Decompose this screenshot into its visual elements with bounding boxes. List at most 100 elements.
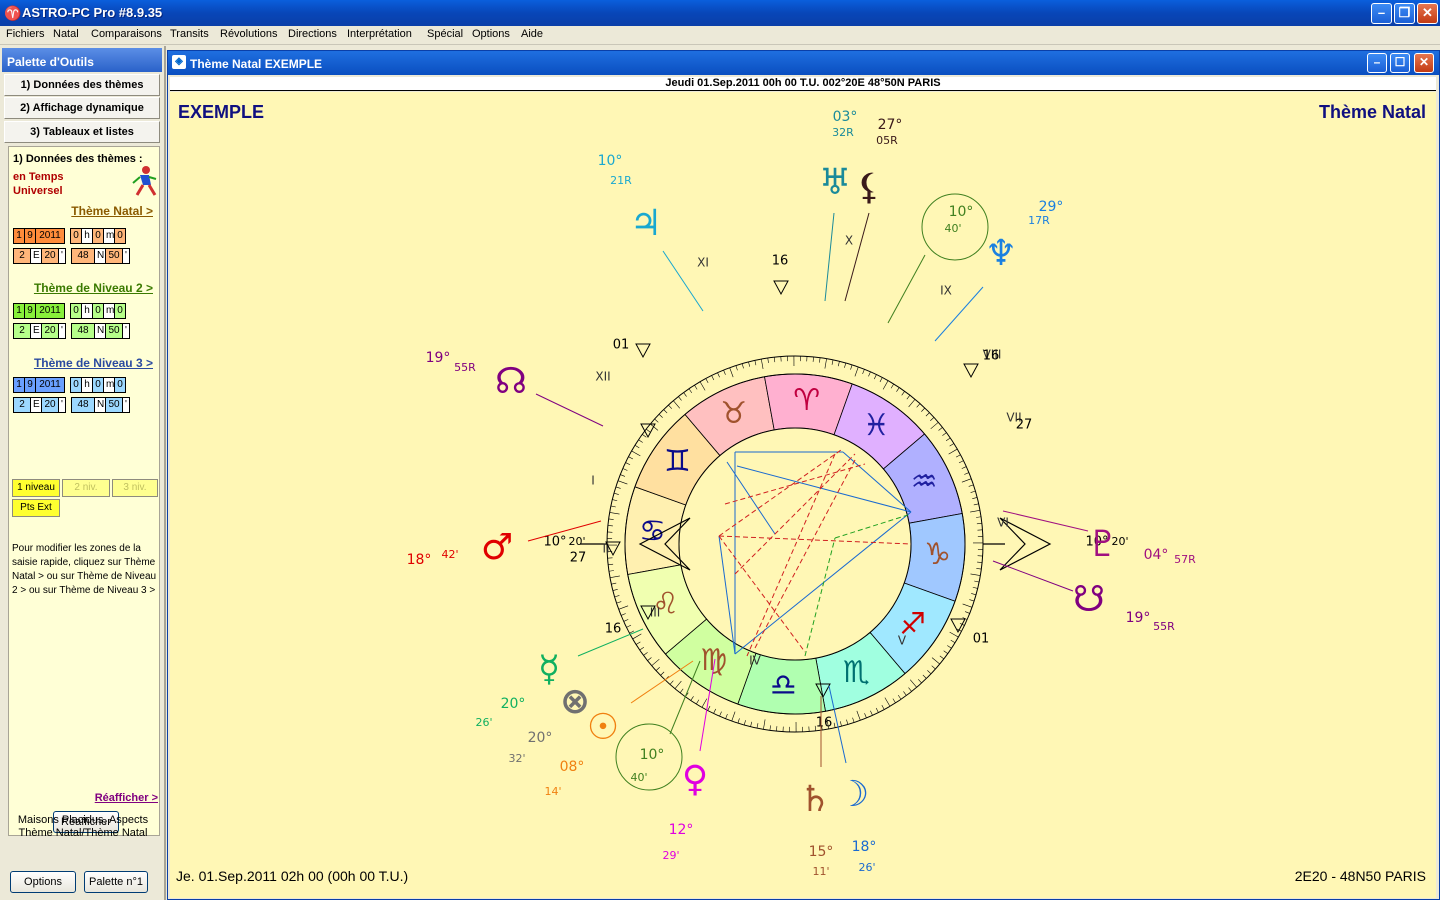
planet-glyph-saturn: ♄	[799, 779, 831, 820]
cusp-degree: 16	[605, 622, 622, 637]
unit-label: '	[122, 323, 130, 339]
value-field[interactable]: 0	[114, 303, 126, 319]
restore-button[interactable]: ❐	[1394, 3, 1415, 24]
chart-area[interactable]: EXEMPLE Thème Natal ♋ ♊ ♉ ♈ ♓ ♒ ♑ ♐ ♏ ♎ ♍ ♌ 10° 20' 10…	[170, 92, 1436, 898]
value-field[interactable]: 50	[105, 248, 123, 264]
planet-degree: 04°	[1144, 547, 1169, 563]
planet-line	[535, 393, 604, 427]
palette-header[interactable]: Palette d'Outils	[2, 48, 162, 72]
value-field[interactable]: 20	[41, 248, 59, 264]
menu-directions[interactable]: Directions	[288, 28, 337, 40]
menu-interpretation[interactable]: Interprétation	[347, 28, 412, 40]
two-level-button[interactable]: 2 niv.	[62, 479, 110, 497]
input-group: 1 9 2011	[13, 303, 65, 319]
reafficher-link[interactable]: Réafficher >	[95, 792, 158, 804]
planet-degree: 10°	[640, 747, 665, 763]
value-field[interactable]: 50	[105, 397, 123, 413]
value-field[interactable]: 48	[71, 397, 95, 413]
theme-niveau2-link[interactable]: Thème de Niveau 2 >	[34, 281, 153, 295]
chart-window-titlebar[interactable]: ◈ Thème Natal EXEMPLE – ☐ ✕	[168, 51, 1439, 75]
input-group: 1 9 2011	[13, 377, 65, 393]
sign-glyph: ♑	[924, 537, 951, 572]
menu-special[interactable]: Spécial	[427, 28, 463, 40]
value-field[interactable]: 20	[41, 397, 59, 413]
three-level-button[interactable]: 3 niv.	[112, 479, 158, 497]
planet-degree: 19°	[426, 350, 451, 366]
input-group: 48 N 50 '	[71, 397, 130, 413]
menu-fichiers[interactable]: Fichiers	[6, 28, 45, 40]
natal-wheel[interactable]: ♋♊♉ ♈♓♒♑♐♏♎♍♌10° 20' 10° 20'IIIIIIIVVVIVIIVI…	[170, 92, 1436, 898]
planet-glyph-pluto: ♇	[1087, 524, 1119, 565]
menu-aide[interactable]: Aide	[521, 28, 543, 40]
value-field[interactable]: 48	[71, 323, 95, 339]
planet-degree: 08°	[560, 759, 585, 775]
tab-tableaux-listes[interactable]: 3) Tableaux et listes	[4, 121, 160, 143]
value-field[interactable]: 2011	[35, 303, 65, 319]
value-field[interactable]: 48	[71, 248, 95, 264]
value-field[interactable]: 0	[114, 377, 126, 393]
planet-line	[824, 212, 835, 302]
menu-revolutions[interactable]: Révolutions	[220, 28, 277, 40]
planet-degree: 10°	[949, 204, 974, 220]
value-field[interactable]: 2	[13, 397, 31, 413]
cusp-marker	[773, 280, 789, 296]
input-group: 2 E 20 '	[13, 323, 66, 339]
inner-disc	[678, 427, 912, 661]
value-field[interactable]: 2011	[35, 228, 65, 244]
options-button[interactable]: Options	[10, 871, 76, 893]
value-field[interactable]: 2011	[35, 377, 65, 393]
planet-degree: 29°	[1039, 199, 1064, 215]
input-group: 0h0m0	[70, 228, 126, 244]
value-field[interactable]: 2	[13, 323, 31, 339]
house-numeral: VI	[997, 516, 1009, 530]
menu-comparaisons[interactable]: Comparaisons	[91, 28, 162, 40]
planet-glyph-lilith: ⚸	[856, 167, 882, 208]
planet-degree: 12°	[669, 822, 694, 838]
sign-glyph: ♉	[720, 396, 747, 431]
chart-window-title: Thème Natal EXEMPLE	[190, 57, 323, 71]
planet-minute: 21R	[610, 174, 632, 187]
menu-natal[interactable]: Natal	[53, 28, 79, 40]
planet-minute: 05R	[876, 134, 898, 147]
planet-degree: 18°	[852, 839, 877, 855]
planet-line	[1002, 510, 1089, 532]
value-field[interactable]: 50	[105, 323, 123, 339]
tab-donnees-themes[interactable]: 1) Données des thèmes	[4, 74, 160, 96]
chart-info-bar: Jeudi 01.Sep.2011 00h 00 T.U. 002°20E 48…	[170, 77, 1436, 91]
chart-minimize-button[interactable]: –	[1367, 53, 1387, 73]
astro-app-icon[interactable]: ♈	[4, 5, 21, 21]
planet-degree: 20°	[501, 696, 526, 712]
value-field[interactable]: 20	[41, 323, 59, 339]
planet-degree: 27°	[878, 117, 903, 133]
value-field[interactable]: 2	[13, 248, 31, 264]
one-level-button[interactable]: 1 niveau	[12, 479, 60, 497]
theme-niveau3-link[interactable]: Thème de Niveau 3 >	[34, 356, 153, 370]
chart-footer-location: 2E20 - 48N50 PARIS	[1294, 868, 1426, 884]
sign-glyph: ♋	[639, 514, 666, 549]
cusp-degree: 27	[1016, 418, 1033, 433]
panel-title: 1) Données des thèmes :	[13, 153, 143, 165]
theme-natal-link[interactable]: Thème Natal >	[71, 204, 153, 218]
planet-minute: 55R	[1153, 620, 1175, 633]
house-numeral: II	[602, 542, 609, 556]
palette-number-button[interactable]: Palette n°1	[84, 871, 148, 893]
chart-window-icon[interactable]: ◈	[172, 55, 186, 69]
pts-ext-button[interactable]: Pts Ext	[12, 499, 60, 517]
menu-transits[interactable]: Transits	[170, 28, 209, 40]
planet-glyph-south-node: ☋	[1073, 579, 1105, 620]
level2-datetime-row: 1 9 2011 0 h 0 m 0	[13, 303, 126, 319]
minimize-button[interactable]: –	[1371, 3, 1392, 24]
chart-maximize-button[interactable]: ☐	[1390, 53, 1410, 73]
sign-glyph: ♏	[843, 655, 870, 690]
chart-close-button[interactable]: ✕	[1414, 53, 1434, 73]
planet-minute: 26'	[858, 861, 875, 874]
close-button[interactable]: ✕	[1417, 3, 1438, 24]
tab-affichage-dynamique[interactable]: 2) Affichage dynamique	[4, 97, 160, 119]
level1-datetime-row: 1 9 2011 0 h 0 m 0	[13, 228, 126, 244]
planet-glyph-neptune: ♆	[985, 233, 1017, 274]
midheaven-line	[887, 254, 926, 324]
menu-options[interactable]: Options	[472, 28, 510, 40]
value-field[interactable]: 0	[114, 228, 126, 244]
runner-icon[interactable]	[131, 165, 157, 197]
menu-bar: Fichiers Natal Comparaisons Transits Rév…	[0, 26, 1440, 45]
